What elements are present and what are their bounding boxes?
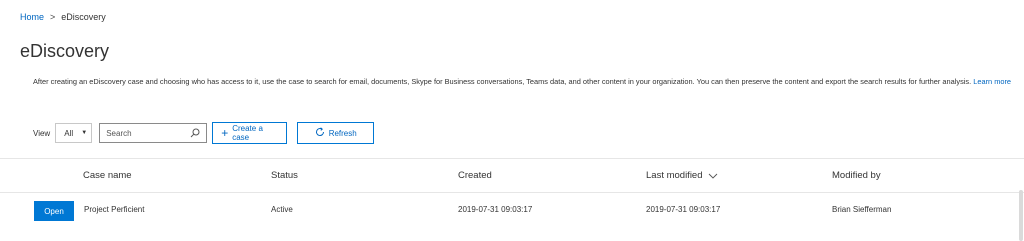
refresh-icon [315,127,325,139]
column-header-status[interactable]: Status [271,170,298,181]
view-label: View [33,128,51,138]
caret-down-icon: ▼ [81,130,88,136]
ediscovery-page: Home > eDiscovery eDiscovery After creat… [0,0,1024,241]
refresh-label: Refresh [328,128,357,138]
page-description: After creating an eDiscovery case and ch… [33,76,1018,87]
create-case-label: Create a case [232,124,263,142]
created-cell: 2019-07-31 09:03:17 [458,205,533,214]
breadcrumb: Home > eDiscovery [20,12,106,22]
search-box [99,123,208,143]
plus-icon: + [221,125,229,140]
view-filter-value: All [64,128,74,138]
breadcrumb-separator: > [50,12,56,22]
column-header-case-name[interactable]: Case name [83,170,132,181]
case-name-cell: Project Perficient [84,205,145,214]
vertical-scrollbar[interactable] [1019,190,1023,241]
cases-table: Case name Status Created Last modified M… [0,158,1024,227]
page-title: eDiscovery [20,41,110,61]
column-header-last-modified[interactable]: Last modified [646,170,718,181]
toolbar: View All ▼ + Create a case [33,122,375,144]
column-header-modified-by[interactable]: Modified by [832,170,881,181]
learn-more-link[interactable]: Learn more [973,77,1011,86]
modified-by-cell: Brian Siefferman [832,205,892,214]
refresh-button[interactable]: Refresh [297,122,375,144]
search-input[interactable] [106,128,187,138]
status-cell: Active [271,205,293,214]
breadcrumb-current: eDiscovery [61,12,106,22]
search-icon[interactable] [190,128,200,138]
chevron-down-icon [708,173,718,179]
create-case-button[interactable]: + Create a case [212,122,288,144]
last-modified-cell: 2019-07-31 09:03:17 [646,205,721,214]
breadcrumb-home-link[interactable]: Home [20,12,44,22]
table-row[interactable]: Open Project Perficient Active 2019-07-3… [0,193,1024,227]
view-filter-dropdown[interactable]: All ▼ [55,123,93,143]
last-modified-label: Last modified [646,170,703,181]
column-header-created[interactable]: Created [458,170,492,181]
table-header: Case name Status Created Last modified M… [0,158,1024,193]
description-text: After creating an eDiscovery case and ch… [33,77,972,86]
open-case-button[interactable]: Open [34,201,74,221]
